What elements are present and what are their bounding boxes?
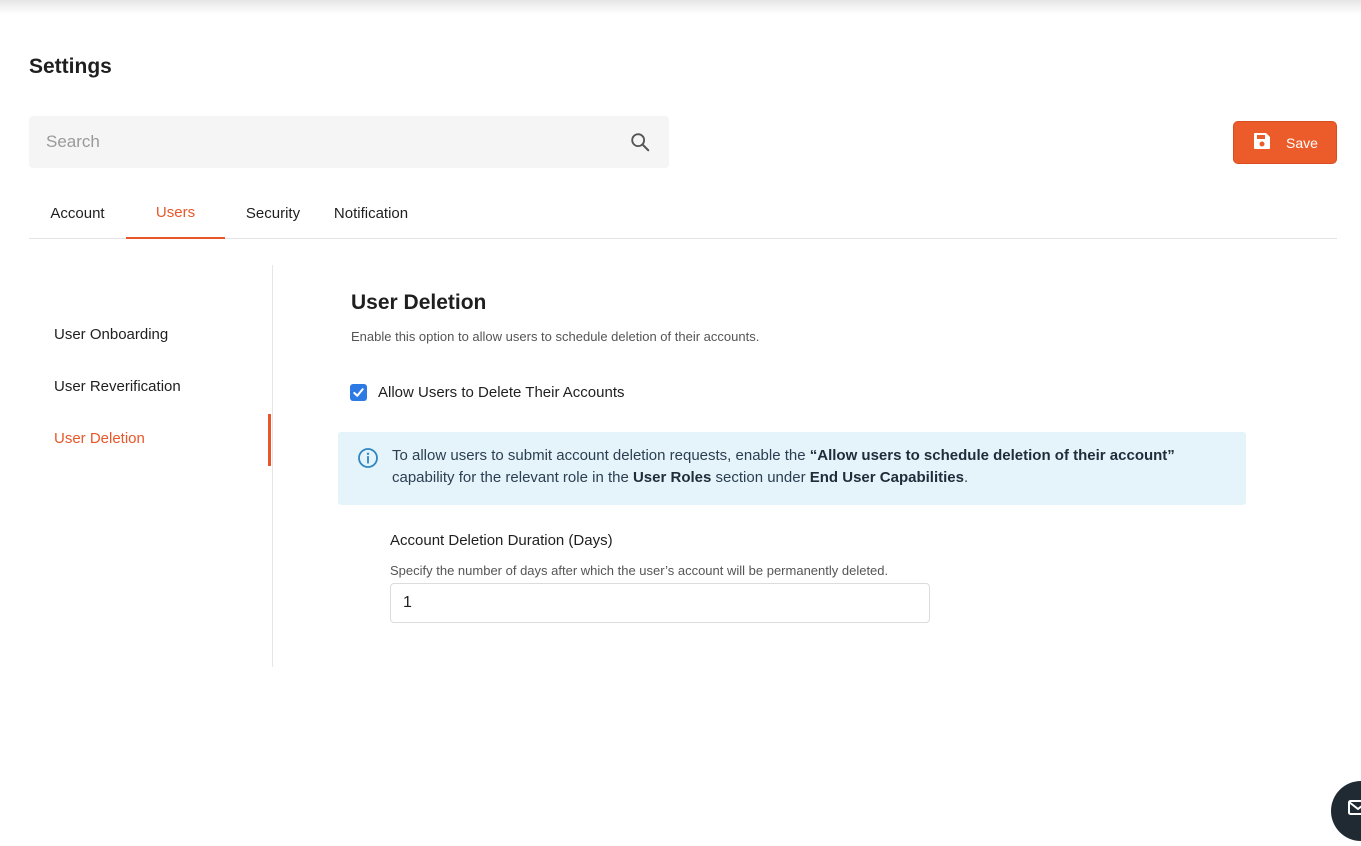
top-shadow	[0, 0, 1361, 14]
save-label: Save	[1286, 134, 1318, 151]
section-title: User Deletion	[351, 291, 487, 314]
allow-delete-checkbox-row[interactable]: Allow Users to Delete Their Accounts	[350, 384, 625, 401]
allow-delete-checkbox[interactable]	[350, 384, 367, 401]
tab-users[interactable]: Users	[126, 188, 225, 239]
info-text: To allow users to submit account deletio…	[392, 447, 1175, 486]
info-user-roles: User Roles	[632, 469, 712, 486]
sidebar-item-user-reverification[interactable]: User Reverification	[54, 378, 181, 395]
tab-account[interactable]: Account	[29, 188, 126, 238]
deletion-duration-input[interactable]	[390, 583, 930, 623]
allow-delete-label: Allow Users to Delete Their Accounts	[378, 384, 625, 401]
sidebar-active-indicator	[268, 414, 271, 466]
save-button[interactable]: Save	[1233, 121, 1337, 164]
deletion-duration-label: Account Deletion Duration (Days)	[390, 532, 613, 549]
section-description: Enable this option to allow users to sch…	[351, 329, 760, 344]
sidebar-item-user-onboarding[interactable]: User Onboarding	[54, 326, 168, 343]
chat-launcher-button[interactable]	[1331, 781, 1361, 841]
search-bar	[29, 116, 669, 168]
deletion-duration-help: Specify the number of days after which t…	[390, 563, 889, 578]
chat-icon	[1348, 800, 1361, 815]
info-capability-name: “Allow users to schedule deletion of the…	[809, 447, 1175, 464]
tab-notification[interactable]: Notification	[325, 188, 417, 238]
sidebar-item-user-deletion[interactable]: User Deletion	[54, 430, 145, 447]
search-input[interactable]	[46, 132, 628, 152]
tab-security[interactable]: Security	[232, 188, 314, 238]
page-title: Settings	[29, 55, 112, 78]
check-icon	[353, 388, 364, 397]
search-icon[interactable]	[628, 130, 652, 154]
save-icon	[1252, 131, 1272, 154]
settings-tabs: Account Users Security Notification	[29, 188, 1337, 239]
info-end-user-capabilities: End User Capabilities	[809, 469, 964, 486]
info-icon	[357, 447, 379, 469]
info-box: To allow users to submit account deletio…	[338, 432, 1246, 505]
users-sidebar: User Onboarding User Reverification User…	[29, 265, 273, 667]
